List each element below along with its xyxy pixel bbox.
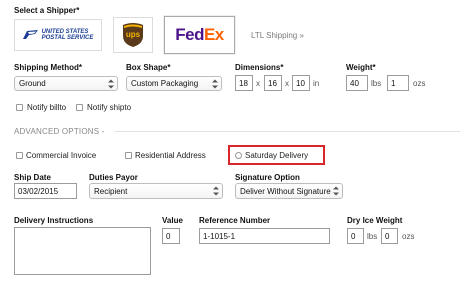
dry-ice-lbs-input[interactable]: 0 — [347, 228, 364, 244]
weight-label: Weight* — [346, 63, 376, 72]
dry-ice-weight-label: Dry Ice Weight — [347, 216, 403, 225]
carrier-usps-button[interactable]: UNITED STATES POSTAL SERVICE — [14, 19, 102, 51]
shipping-method-select[interactable]: Ground — [14, 76, 118, 91]
select-arrows-icon — [333, 186, 339, 196]
select-arrows-icon — [108, 79, 114, 88]
select-arrows-icon — [213, 186, 219, 196]
residential-address-checkbox[interactable] — [125, 152, 132, 159]
weight-ozs-unit: ozs — [413, 79, 426, 88]
ship-date-label: Ship Date — [14, 173, 51, 182]
weight-lbs-input[interactable]: 40 — [346, 75, 368, 91]
delivery-instructions-label: Delivery Instructions — [14, 216, 94, 225]
reference-number-label: Reference Number — [199, 216, 271, 225]
notify-shipto-checkbox[interactable] — [76, 104, 83, 111]
dimension-unit: in — [313, 79, 320, 88]
duties-payor-label: Duties Payor — [89, 173, 138, 182]
dimension-height-input[interactable]: 10 — [292, 75, 310, 91]
shipping-method-label: Shipping Method* — [14, 63, 82, 72]
ship-date-input[interactable]: 03/02/2015 — [14, 183, 77, 199]
advanced-options-toggle[interactable]: ADVANCED OPTIONS - — [14, 127, 105, 136]
notify-billto-checkbox[interactable] — [16, 104, 23, 111]
dimension-length-input[interactable]: 18 — [235, 75, 253, 91]
dimension-separator: x — [285, 79, 289, 88]
ups-text: ups — [125, 30, 141, 39]
fedex-logo: FedEx — [175, 25, 224, 45]
usps-line2: POSTAL SERVICE — [41, 35, 94, 41]
reference-number-input[interactable]: 1-1015-1 — [199, 228, 330, 244]
signature-option-select[interactable]: Deliver Without Signature — [235, 183, 343, 199]
saturday-delivery-label: Saturday Delivery — [245, 151, 309, 160]
duties-payor-select[interactable]: Recipient — [89, 183, 223, 199]
value-label: Value — [162, 216, 183, 225]
carrier-ups-button[interactable]: ups — [113, 17, 153, 53]
dry-ice-ozs-unit: ozs — [402, 232, 415, 241]
ups-shield-icon: ups — [122, 22, 144, 48]
residential-address-label: Residential Address — [135, 151, 206, 160]
fedex-fed-text: Fed — [175, 25, 204, 44]
weight-ozs-input[interactable]: 1 — [387, 75, 409, 91]
commercial-invoice-label: Commercial Invoice — [26, 151, 97, 160]
box-shape-label: Box Shape* — [126, 63, 171, 72]
box-shape-select[interactable]: Custom Packaging — [126, 76, 222, 91]
shipping-method-value: Ground — [19, 79, 46, 88]
usps-eagle-icon — [22, 29, 39, 41]
notify-shipto-label: Notify shipto — [87, 103, 132, 112]
dimension-width-input[interactable]: 16 — [264, 75, 282, 91]
section-divider — [114, 131, 460, 132]
weight-lbs-unit: lbs — [371, 79, 382, 88]
dimensions-label: Dimensions* — [235, 63, 284, 72]
commercial-invoice-checkbox[interactable] — [16, 152, 23, 159]
dimension-separator: x — [256, 79, 260, 88]
duties-payor-value: Recipient — [94, 186, 128, 196]
ltl-shipping-link[interactable]: LTL Shipping » — [251, 31, 304, 40]
select-arrows-icon — [212, 79, 218, 88]
value-input[interactable]: 0 — [162, 228, 180, 244]
dry-ice-ozs-input[interactable]: 0 — [381, 228, 398, 244]
signature-option-value: Deliver Without Signature — [240, 186, 331, 196]
fedex-ex-text: Ex — [203, 25, 224, 44]
dry-ice-lbs-unit: lbs — [367, 232, 378, 241]
delivery-instructions-textarea[interactable] — [14, 227, 151, 275]
select-shipper-label: Select a Shipper* — [14, 6, 80, 15]
carrier-fedex-button[interactable]: FedEx — [164, 16, 235, 54]
notify-billto-label: Notify billto — [27, 103, 67, 112]
saturday-delivery-radio[interactable] — [235, 152, 242, 159]
signature-option-label: Signature Option — [235, 173, 300, 182]
box-shape-value: Custom Packaging — [131, 79, 199, 88]
